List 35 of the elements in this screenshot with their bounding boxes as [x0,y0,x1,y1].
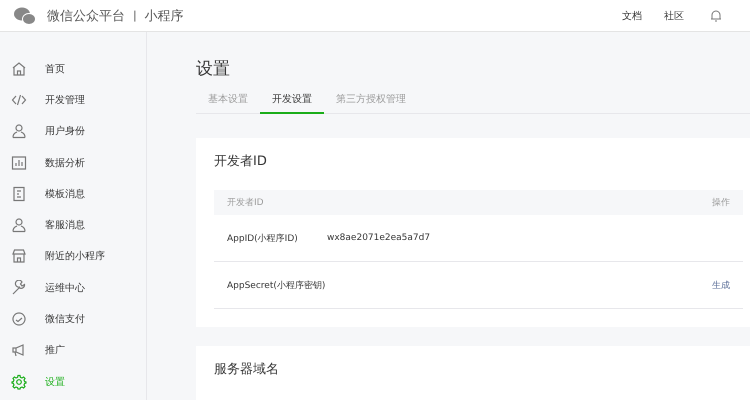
header-link[interactable]: 社区 [664,8,684,22]
brand-name: 微信公众平台 [47,8,125,24]
column-header: 操作 [712,196,730,209]
sidebar-item[interactable]: 用户身份 [0,116,146,147]
action-link[interactable]: 生成 [712,278,730,292]
sidebar-item[interactable]: 首页 [0,53,146,84]
page-title: 设置 [196,58,231,80]
card-title: 服务器域名 [214,361,280,378]
column-header: 开发者ID [227,196,264,209]
chat-bubbles-icon [14,6,36,24]
sidebar-item[interactable]: 开发管理 [0,84,146,116]
sidebar-item[interactable]: 模板消息 [0,178,146,210]
card-title: 开发者ID [214,153,268,170]
sidebar-item[interactable]: 运维中心 [0,272,146,304]
table-cell: wx8ae2071e2ea5a7d7 [327,233,430,243]
sidebar-item[interactable]: 微信支付 [0,303,146,335]
table-cell-text: AppID(小程序ID) [227,232,299,244]
wrench-icon [11,280,27,296]
title-separator: | [133,9,137,22]
bar-chart-icon [11,154,27,171]
person-icon [11,217,27,234]
sidebar-item[interactable]: 客服消息 [0,209,146,241]
gear-icon [11,374,27,390]
store-icon [11,248,27,264]
header-link[interactable]: 文档 [622,8,642,22]
product-name: 小程序 [144,8,184,24]
sidebar-item[interactable]: 附近的小程序 [0,240,146,272]
home-icon [11,60,27,77]
bell-icon[interactable] [710,9,722,22]
sidebar-item[interactable]: 数据分析 [0,146,146,178]
sidebar-item[interactable]: 推广 [0,334,146,366]
document-icon [11,186,27,202]
person-icon [11,123,27,140]
tab[interactable]: 开发设置 [260,92,324,114]
table-cell-text: AppSecret(小程序密钥) [227,280,326,292]
